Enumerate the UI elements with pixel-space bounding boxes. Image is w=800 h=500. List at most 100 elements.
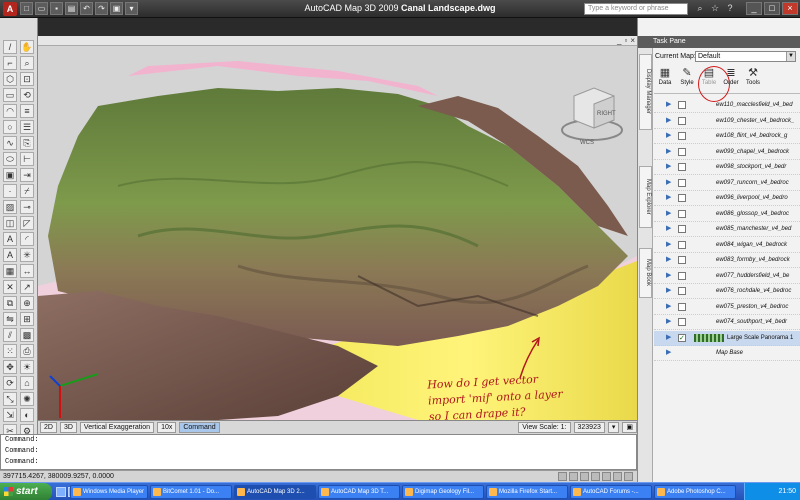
rectangle-icon[interactable]: ▭ [3,88,17,102]
line-icon[interactable]: / [3,40,17,54]
mtext-icon[interactable]: A [3,248,17,262]
scale-dropdown-icon[interactable]: ▾ [607,422,620,433]
layer-visibility-checkbox[interactable] [678,318,686,326]
view-2d-button[interactable]: 2D [40,422,57,433]
lock-icon[interactable]: ▣ [622,422,637,433]
ortho-icon[interactable] [580,472,589,481]
viewcube-icon[interactable]: RIGHT WCS [560,82,624,162]
layer-visibility-checkbox[interactable] [678,132,686,140]
expand-arrow-icon[interactable]: ▶ [666,284,671,298]
command-prompt[interactable]: Command: [5,457,636,468]
layer-row[interactable]: ▶ ew097_runcorn_v4_bedroc [654,176,800,191]
taskbar-task-button[interactable]: BitComet 1.01 - Do... [150,485,232,499]
expand-arrow-icon[interactable]: ▶ [666,207,671,221]
expand-arrow-icon[interactable]: ▶ [666,160,671,174]
current-map-select[interactable]: Default ▼ [695,51,796,62]
layer-visibility-checkbox[interactable] [678,147,686,156]
layer-visibility-checkbox[interactable] [678,256,686,264]
light-icon[interactable]: ✺ [20,392,34,406]
command-tab[interactable]: Command [179,422,220,433]
layer-row[interactable]: ▶ ew096_liverpool_v4_bedro [654,191,800,206]
tab-display-manager[interactable]: Display Manager [639,54,652,130]
layer-visibility-checkbox[interactable] [678,240,686,249]
layer-icon[interactable]: ≡ [20,104,34,118]
extend-icon[interactable]: ⇥ [20,168,34,182]
xref-icon[interactable]: ⊞ [20,312,34,326]
expand-arrow-icon[interactable]: ▶ [666,129,671,143]
taskbar-task-button[interactable]: Digimap Geology Fil... [402,485,484,499]
tab-map-book[interactable]: Map Book [639,248,652,298]
taskbar-task-button[interactable]: AutoCAD Forums -... [570,485,652,499]
layer-row[interactable]: ▶ ew076_rochdale_v4_bedroc [654,284,800,299]
taskbar-task-button[interactable]: AutoCAD Map 3D T... [318,485,400,499]
layer-visibility-checkbox[interactable]: ✓ [678,333,686,342]
layer-visibility-checkbox[interactable] [678,287,686,295]
polygon-icon[interactable]: ⬡ [3,72,17,86]
table-tool-icon[interactable]: ▦ [3,264,17,278]
move-icon[interactable]: ✥ [3,360,17,374]
image-icon[interactable]: ▩ [20,328,34,342]
expand-arrow-icon[interactable]: ▶ [666,238,671,252]
mirror-icon[interactable]: ⇋ [3,312,17,326]
sheet-icon[interactable]: ⎙ [20,344,34,358]
taskbar-task-button[interactable]: Windows Media Player [70,485,148,499]
style-button[interactable]: ✎ Style [678,66,696,93]
tab-map-explorer[interactable]: Map Explorer [639,166,652,228]
material-icon[interactable]: ◐ [20,408,34,422]
command-line[interactable]: Command: Command: Command: [0,434,637,470]
text-icon[interactable]: A [3,232,17,246]
vertical-exaggeration-select[interactable]: 10x [157,422,177,433]
taskbar-task-button[interactable]: Adobe Photoshop C... [654,485,736,499]
viewport-minimize-icon[interactable]: _ [617,36,621,45]
explode-icon[interactable]: ✳ [20,248,34,262]
layer-row[interactable]: ▶ ew109_chester_v4_bedrock_ [654,114,800,129]
ellipse-icon[interactable]: ⬭ [3,152,17,166]
layer-visibility-checkbox[interactable] [678,209,686,218]
erase-icon[interactable]: ✕ [3,280,17,294]
polyline-icon[interactable]: ⌐ [3,56,17,70]
expand-arrow-icon[interactable]: ▶ [666,315,671,329]
taskbar-task-button[interactable]: AutoCAD Map 3D 2... [234,485,316,499]
osnap-icon[interactable] [602,472,611,481]
layer-row[interactable]: ▶ ew083_formby_v4_bedrock [654,253,800,268]
expand-arrow-icon[interactable]: ▶ [666,145,671,159]
point-icon[interactable]: · [3,184,17,198]
help-search-input[interactable]: Type a keyword or phrase [584,3,688,15]
stretch-icon[interactable]: ⇲ [3,408,17,422]
otrack-icon[interactable] [613,472,622,481]
expand-arrow-icon[interactable]: ▶ [666,98,671,112]
help-icon[interactable]: ? [724,2,736,15]
layer-row[interactable]: ▶ ew086_glossop_v4_bedroc [654,207,800,222]
layer-row[interactable]: ▶ ew084_wigan_v4_bedrock [654,238,800,253]
chevron-down-icon[interactable]: ▼ [786,52,795,61]
binoculars-icon[interactable]: ⌕ [694,2,706,15]
view-3d-button[interactable]: 3D [59,422,77,433]
layer-visibility-checkbox[interactable] [678,225,686,233]
layer-visibility-checkbox[interactable] [678,163,686,171]
offset-icon[interactable]: ⫽ [3,328,17,342]
start-button[interactable]: start [0,483,52,500]
star-icon[interactable]: ☆ [709,2,721,15]
maximize-button[interactable]: □ [764,2,780,15]
layer-row[interactable]: ▶ ew074_southport_v4_bedr [654,315,800,330]
render-icon[interactable]: ☀ [20,360,34,374]
lineweight-icon[interactable] [624,472,633,481]
break-icon[interactable]: ⌿ [20,184,34,198]
layer-row[interactable]: ▶ ew075_preston_v4_bedroc [654,300,800,315]
layer-visibility-checkbox[interactable] [678,101,686,109]
expand-arrow-icon[interactable]: ▶ [666,331,671,345]
fillet-icon[interactable]: ◜ [20,232,34,246]
expand-arrow-icon[interactable]: ▶ [666,269,671,283]
layer-row[interactable]: ▶ ew098_stockport_v4_bedr [654,160,800,175]
measure-icon[interactable]: ⊢ [20,152,34,166]
layer-row[interactable]: ▶ ✓ Large Scale Panorama 1 [654,330,800,346]
grid-icon[interactable] [569,472,578,481]
layer-visibility-checkbox[interactable] [678,116,686,125]
layer-visibility-checkbox[interactable] [678,302,686,311]
tools-button[interactable]: ⚒ Tools [744,66,762,93]
camera-icon[interactable]: ⌂ [20,376,34,390]
layer-visibility-checkbox[interactable] [678,178,686,187]
spline-icon[interactable]: ∿ [3,136,17,150]
arc-icon[interactable]: ◠ [3,104,17,118]
chamfer-icon[interactable]: ◸ [20,216,34,230]
